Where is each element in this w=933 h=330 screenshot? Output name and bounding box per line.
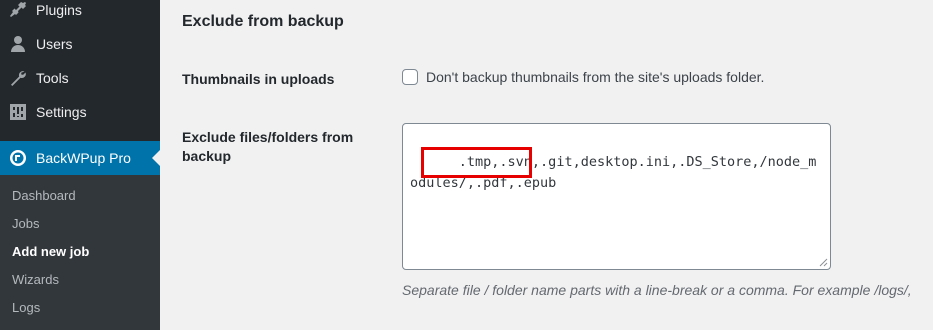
thumbnails-checkbox-label[interactable]: Don't backup thumbnails from the site's … xyxy=(426,69,764,85)
submenu-item-wizards[interactable]: Wizards xyxy=(12,265,59,293)
settings-icon xyxy=(0,102,36,122)
submenu-item-label: Wizards xyxy=(12,271,59,287)
backwpup-submenu: Dashboard Jobs Add new job Wizards Logs xyxy=(0,175,160,330)
exclude-description: Separate file / folder name parts with a… xyxy=(402,282,912,298)
main-content: Exclude from backup Thumbnails in upload… xyxy=(160,0,933,330)
thumbnails-checkbox[interactable] xyxy=(402,69,418,85)
plug-icon xyxy=(0,0,36,20)
submenu-item-label: Dashboard xyxy=(12,187,76,203)
sidebar-item-plugins[interactable]: Plugins xyxy=(0,0,160,27)
sidebar-item-backwpup[interactable]: BackWPup Pro xyxy=(0,141,160,175)
section-title: Exclude from backup xyxy=(182,13,344,30)
resize-grip-icon[interactable] xyxy=(819,258,828,267)
exclude-files-textarea[interactable]: .tmp,.svn,.git,desktop.ini,.DS_Store,/no… xyxy=(402,123,831,270)
user-icon xyxy=(0,34,36,54)
current-menu-arrow xyxy=(152,150,160,166)
thumbnails-label: Thumbnails in uploads xyxy=(182,71,335,87)
submenu-item-logs[interactable]: Logs xyxy=(12,293,40,321)
sidebar-item-label: Users xyxy=(36,36,73,52)
exclude-label: Exclude files/folders from backup xyxy=(182,129,354,164)
sidebar-item-label: Settings xyxy=(36,104,87,120)
submenu-item-jobs[interactable]: Jobs xyxy=(12,209,39,237)
submenu-item-add-new-job[interactable]: Add new job xyxy=(12,237,89,265)
sidebar-item-settings[interactable]: Settings xyxy=(0,95,160,129)
sidebar-item-label: BackWPup Pro xyxy=(36,150,131,166)
sidebar-item-label: Tools xyxy=(36,70,69,86)
highlight-annotation xyxy=(421,147,532,178)
wp-admin-screen: Plugins Users Tools Settings BackWPup Pr xyxy=(0,0,933,330)
admin-sidebar: Plugins Users Tools Settings BackWPup Pr xyxy=(0,0,160,330)
submenu-item-label: Add new job xyxy=(12,243,90,259)
sidebar-item-label: Plugins xyxy=(36,2,82,18)
backwpup-logo-icon xyxy=(0,148,36,168)
sidebar-item-tools[interactable]: Tools xyxy=(0,61,160,95)
sidebar-item-users[interactable]: Users xyxy=(0,27,160,61)
wrench-icon xyxy=(0,68,36,88)
submenu-item-dashboard[interactable]: Dashboard xyxy=(12,181,76,209)
thumbnails-option[interactable]: Don't backup thumbnails from the site's … xyxy=(402,69,764,85)
submenu-item-label: Jobs xyxy=(12,215,40,231)
submenu-item-label: Logs xyxy=(12,299,41,315)
